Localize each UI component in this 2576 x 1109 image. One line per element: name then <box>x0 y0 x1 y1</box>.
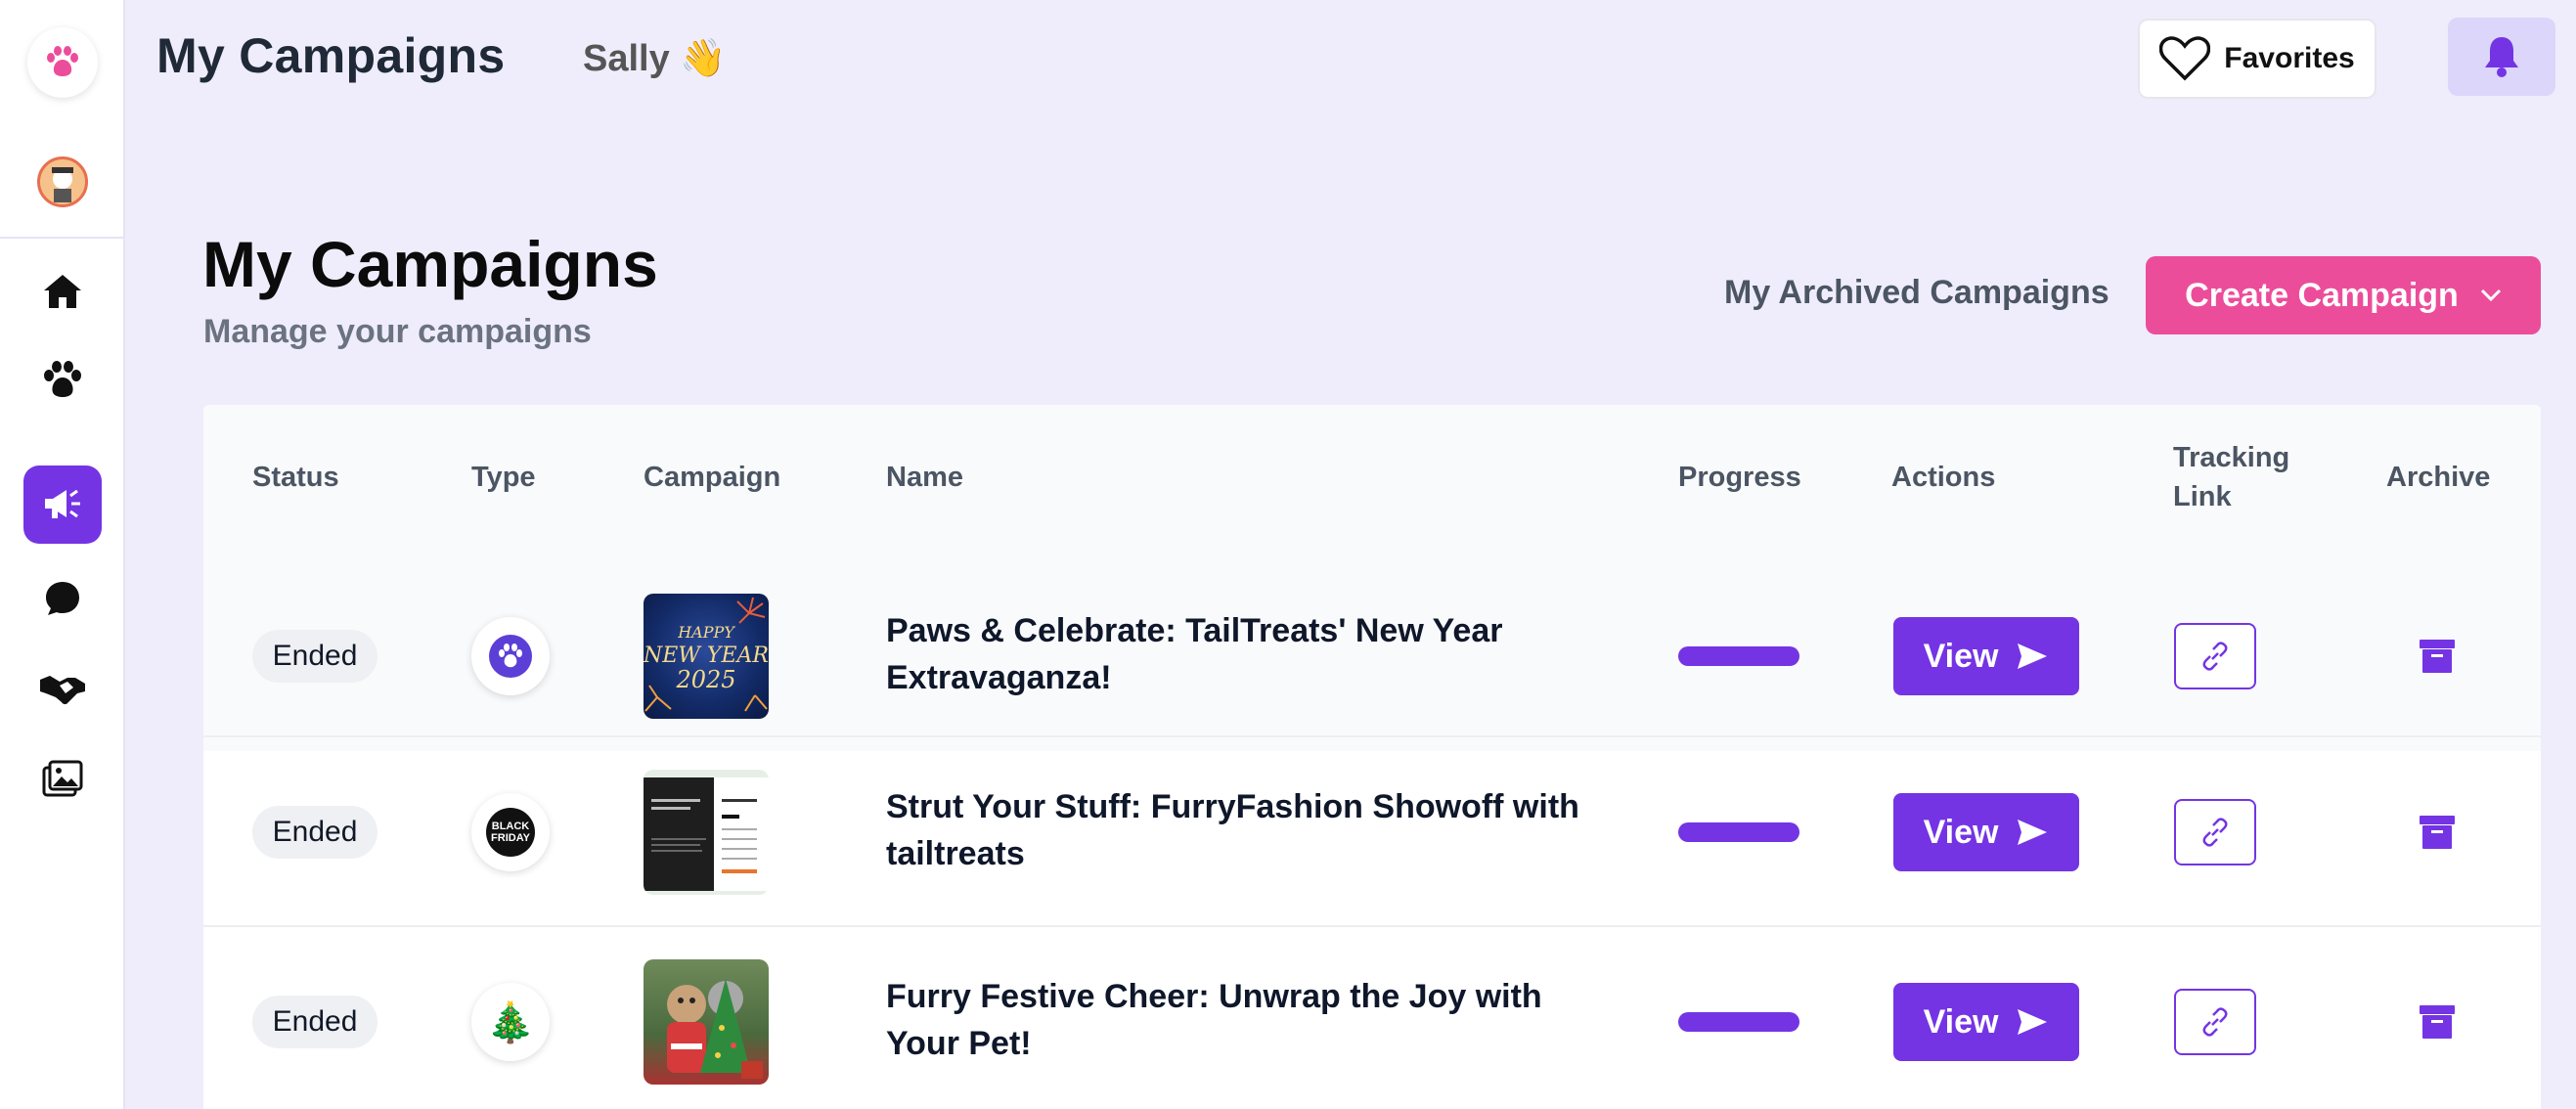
link-icon <box>2202 1007 2228 1037</box>
logo[interactable] <box>27 27 98 98</box>
paw-icon <box>489 635 532 678</box>
archive-icon[interactable] <box>2418 637 2457 676</box>
campaign-name: Furry Festive Cheer: Unwrap the Joy with… <box>886 978 1542 1062</box>
heart-icon <box>2159 36 2211 81</box>
campaign-thumbnail[interactable]: HAPPY NEW YEAR 2025 <box>644 594 769 719</box>
black-friday-line1: BLACK <box>491 821 530 832</box>
avatar[interactable] <box>37 156 88 207</box>
handshake-icon <box>40 676 85 705</box>
table-row: Ended 🎄 Furry Festive Cheer: Unwrap the … <box>203 925 2541 1109</box>
images-icon <box>42 760 83 797</box>
thumbnail-text-line2: NEW YEAR <box>644 643 769 668</box>
user-greeting: Sally 👋 <box>583 38 727 79</box>
column-header-name: Name <box>886 462 963 493</box>
paw-logo-icon <box>47 46 78 76</box>
status-badge: Ended <box>252 630 378 683</box>
thumbnail-text-line1: HAPPY <box>678 623 734 642</box>
status-badge: Ended <box>252 996 378 1048</box>
app-title: My Campaigns <box>156 28 506 83</box>
create-campaign-button[interactable]: Create Campaign <box>2146 256 2541 334</box>
sidebar-item-messages[interactable] <box>23 559 102 638</box>
archive-icon[interactable] <box>2418 1002 2457 1042</box>
progress-bar <box>1678 822 1799 842</box>
column-header-status: Status <box>252 462 339 493</box>
view-button-label: View <box>1923 637 1999 675</box>
column-header-campaign: Campaign <box>644 462 781 493</box>
favorites-label: Favorites <box>2224 42 2355 74</box>
view-button-label: View <box>1923 1002 1999 1041</box>
table-row: Ended BLACK FRIDAY Strut Your Stuff: Fur… <box>203 735 2541 925</box>
sidebar <box>0 0 125 1109</box>
campaign-thumbnail[interactable] <box>644 770 769 895</box>
megaphone-icon <box>45 489 80 518</box>
create-campaign-label: Create Campaign <box>2185 276 2459 314</box>
view-button[interactable]: View <box>1893 983 2079 1061</box>
progress-bar <box>1678 1012 1799 1032</box>
avatar-icon <box>40 159 85 204</box>
page-title: My Campaigns <box>202 228 658 300</box>
column-header-tracking: Tracking Link <box>2173 438 2289 516</box>
campaigns-table: Status Type Campaign Name Progress Actio… <box>203 405 2541 1109</box>
send-icon <box>2018 1009 2048 1035</box>
send-icon <box>2018 820 2048 845</box>
status-badge: Ended <box>252 806 378 859</box>
page-subtitle: Manage your campaigns <box>203 313 592 350</box>
column-header-actions: Actions <box>1891 462 1996 493</box>
campaign-type: BLACK FRIDAY <box>471 793 550 871</box>
table-header: Status Type Campaign Name Progress Actio… <box>203 405 2541 561</box>
campaign-type <box>471 617 550 695</box>
favorites-button[interactable]: Favorites <box>2138 19 2376 99</box>
send-icon <box>2018 643 2048 669</box>
sidebar-item-campaigns[interactable] <box>23 466 102 544</box>
link-icon <box>2202 642 2228 671</box>
table-row: Ended HAPPY NEW YEAR 2025 Paws & Celebra… <box>203 561 2541 751</box>
black-friday-icon: BLACK FRIDAY <box>486 808 535 857</box>
column-header-tracking-line2: Link <box>2173 481 2232 512</box>
home-icon <box>44 275 81 308</box>
progress-bar <box>1678 646 1799 666</box>
column-header-progress: Progress <box>1678 462 1801 493</box>
view-button[interactable]: View <box>1893 617 2079 695</box>
tracking-link-button[interactable] <box>2174 989 2256 1055</box>
sidebar-item-partners[interactable] <box>23 649 102 728</box>
notifications-button[interactable] <box>2448 18 2555 96</box>
thumbnail-text-line3: 2025 <box>676 666 736 693</box>
campaign-thumbnail[interactable] <box>644 959 769 1085</box>
paw-icon <box>44 361 81 397</box>
bell-icon <box>2485 37 2518 77</box>
screenshot-image <box>644 777 769 891</box>
black-friday-line2: FRIDAY <box>491 832 530 844</box>
link-icon <box>2202 818 2228 847</box>
chat-bubble-icon <box>46 582 79 615</box>
campaign-type: 🎄 <box>471 983 550 1061</box>
column-header-type: Type <box>471 462 536 493</box>
column-header-tracking-line1: Tracking <box>2173 442 2290 473</box>
campaign-name: Paws & Celebrate: TailTreats' New Year E… <box>886 612 1503 696</box>
sidebar-item-gallery[interactable] <box>23 739 102 818</box>
campaign-name: Strut Your Stuff: FurryFashion Showoff w… <box>886 788 1579 872</box>
pets-christmas-image <box>667 979 763 1079</box>
view-button-label: View <box>1923 813 1999 851</box>
column-header-archive: Archive <box>2386 462 2491 493</box>
archive-icon[interactable] <box>2418 813 2457 852</box>
chevron-down-icon <box>2480 288 2501 302</box>
sidebar-divider <box>0 237 125 239</box>
sidebar-item-home[interactable] <box>23 252 102 331</box>
tracking-link-button[interactable] <box>2174 623 2256 689</box>
view-button[interactable]: View <box>1893 793 2079 871</box>
tracking-link-button[interactable] <box>2174 799 2256 865</box>
christmas-tree-icon: 🎄 <box>486 1000 535 1044</box>
archived-campaigns-link[interactable]: My Archived Campaigns <box>1724 274 2110 312</box>
sidebar-item-pets[interactable] <box>23 340 102 419</box>
